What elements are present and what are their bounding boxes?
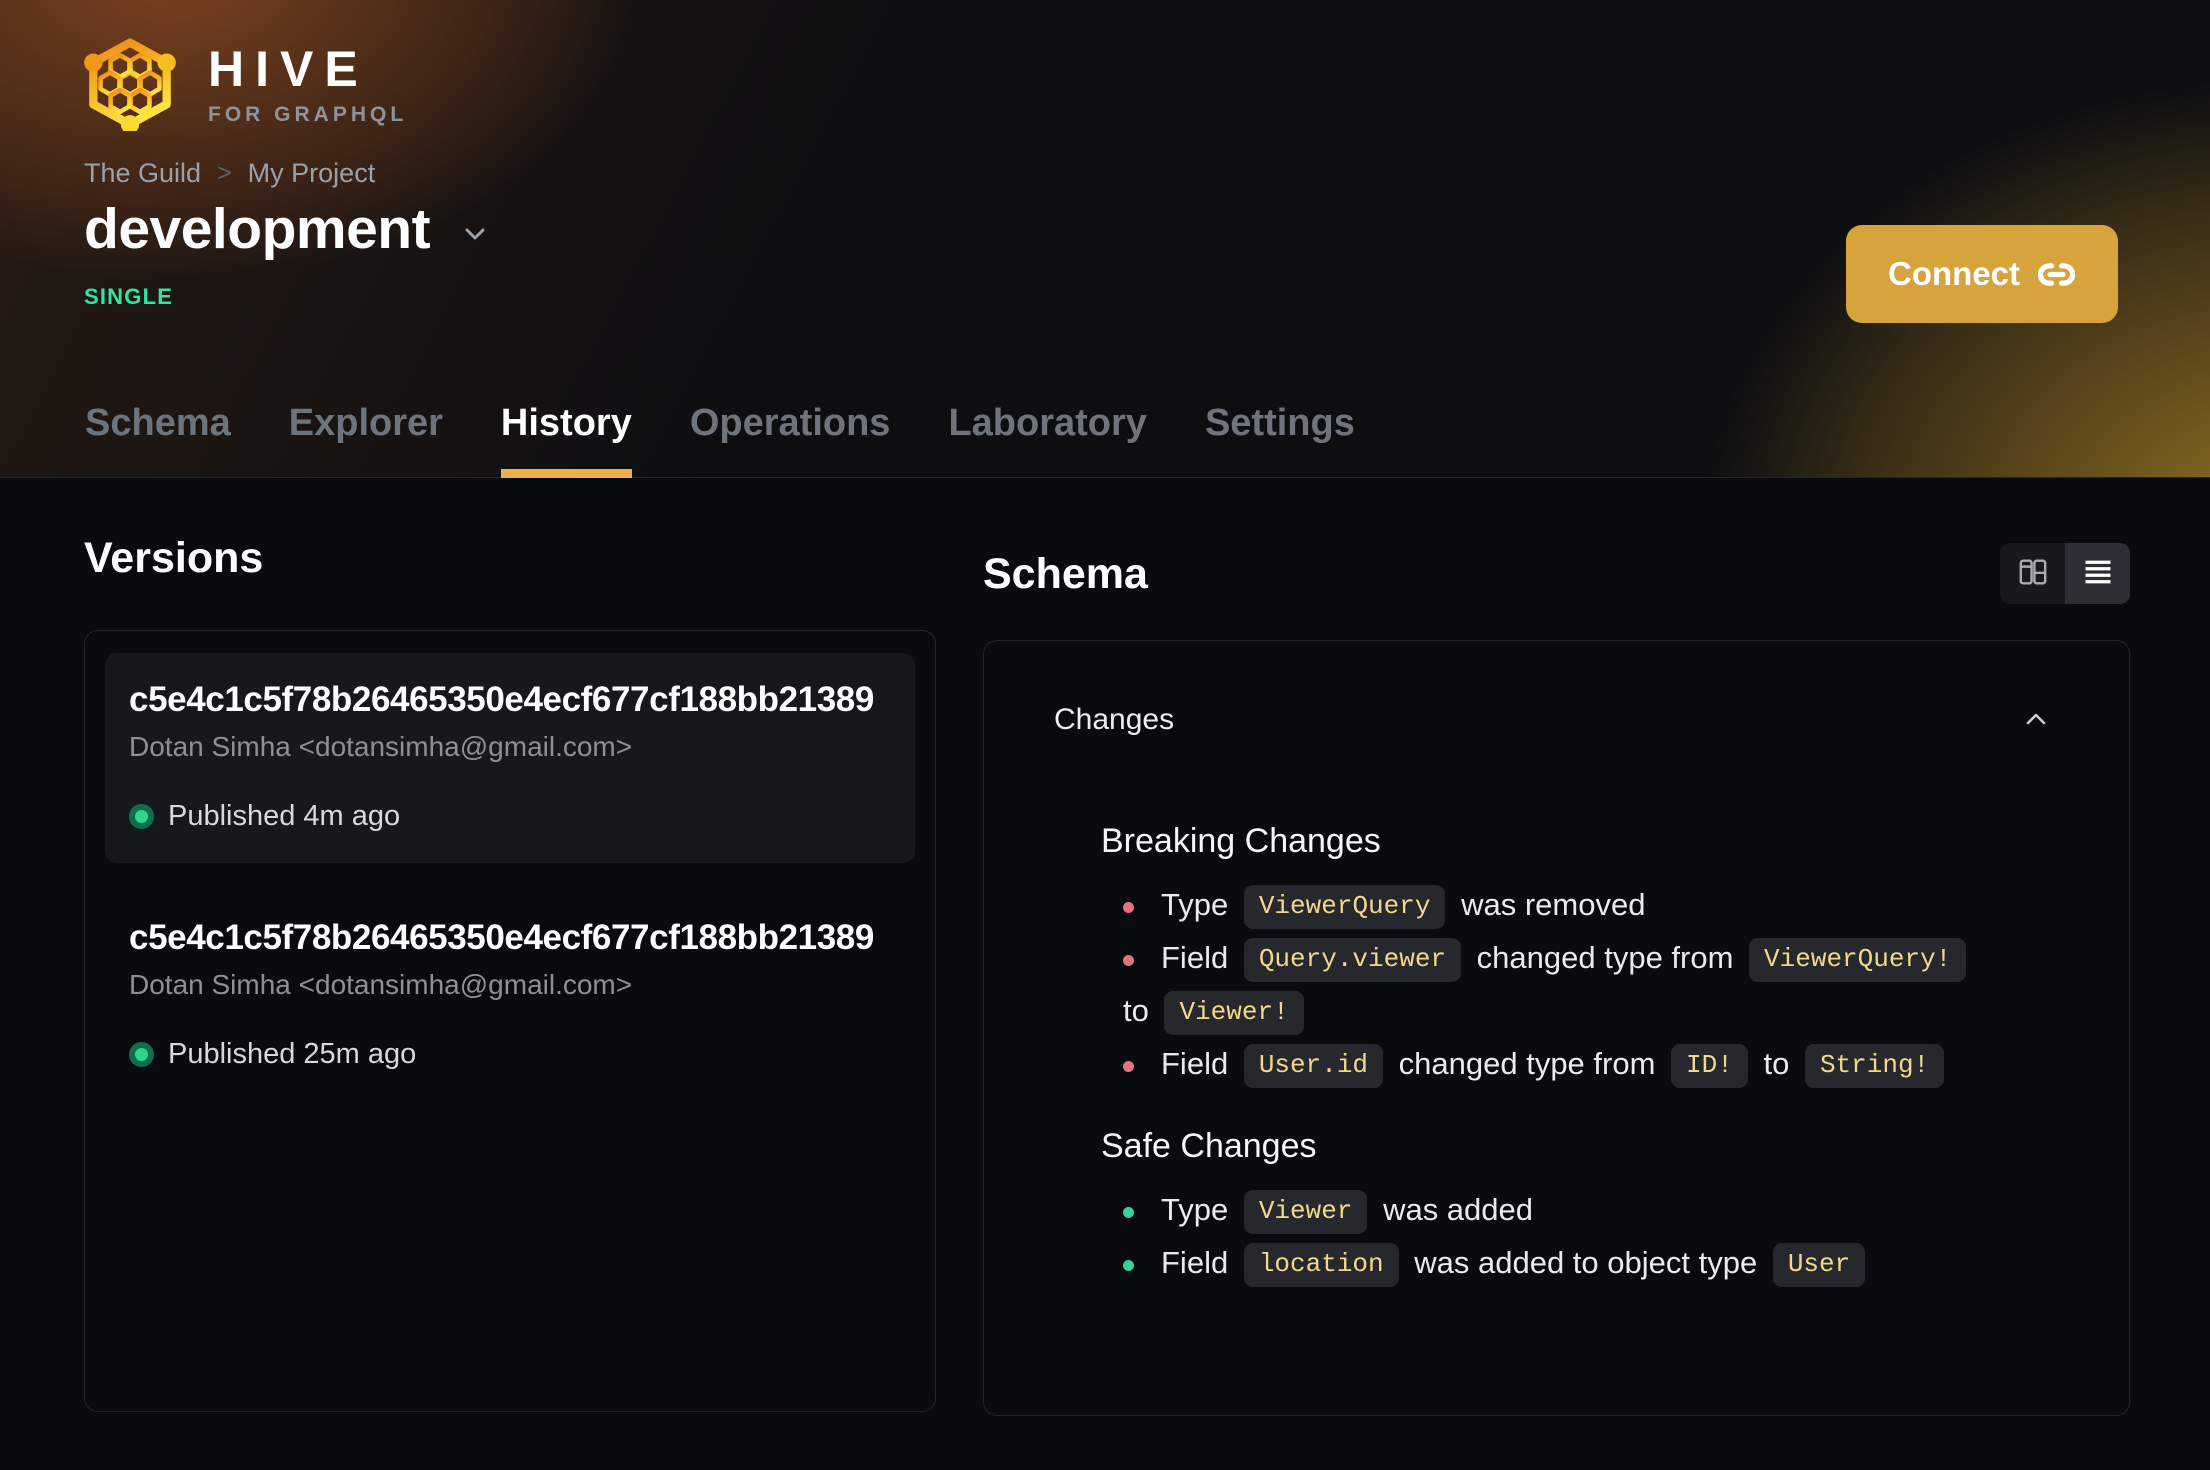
target-type-badge: SINGLE [84, 284, 174, 309]
hive-logo-icon [84, 38, 176, 131]
header: HIVE FOR GRAPHQL The Guild > My Project … [0, 0, 2210, 478]
code-chip: location [1243, 1242, 1399, 1287]
tab-settings[interactable]: Settings [1205, 401, 1355, 478]
code-chip: ID! [1671, 1043, 1748, 1088]
view-toggle [2000, 543, 2130, 604]
tabs: Schema Explorer History Operations Laborator… [85, 401, 1355, 478]
tab-explorer[interactable]: Explorer [289, 401, 443, 478]
page-title: development [84, 197, 431, 261]
change-list-safe: Type Viewer was added Field location was … [1101, 1183, 2059, 1289]
change-list-breaking: Type ViewerQuery was removed Field Query.… [1101, 878, 2059, 1090]
brand-text: HIVE FOR GRAPHQL [208, 36, 407, 127]
code-chip: String! [1804, 1043, 1945, 1088]
change-item: Type ViewerQuery was removed [1123, 878, 1989, 931]
change-item: Type Viewer was added [1123, 1183, 1989, 1236]
version-status: Published 25m ago [129, 1038, 891, 1071]
tab-schema[interactable]: Schema [85, 401, 231, 478]
chevron-down-icon [465, 228, 485, 240]
version-hash: c5e4c1c5f78b26465350e4ecf677cf188bb21389 [129, 680, 874, 719]
versions-panel: Versions c5e4c1c5f78b26465350e4ecf677cf1… [84, 478, 936, 1416]
schema-heading: Schema [983, 549, 1148, 598]
section-title-safe: Safe Changes [1101, 1127, 1317, 1165]
safe-bullet-icon [1123, 1207, 1134, 1218]
breadcrumb: The Guild > My Project [84, 158, 375, 188]
breaking-bullet-icon [1123, 955, 1134, 966]
changes-collapse-header[interactable]: Changes [1054, 703, 2053, 737]
columns-icon [2016, 555, 2050, 592]
safe-bullet-icon [1123, 1260, 1134, 1271]
breaking-bullet-icon [1123, 1061, 1134, 1072]
tab-laboratory[interactable]: Laboratory [948, 401, 1146, 478]
version-hash: c5e4c1c5f78b26465350e4ecf677cf188bb21389 [129, 918, 874, 957]
target-selector[interactable]: development [84, 196, 493, 262]
code-chip: ViewerQuery [1243, 884, 1446, 929]
code-chip: Viewer! [1164, 990, 1304, 1035]
change-item: Field User.id changed type from ID! to S… [1123, 1037, 1989, 1090]
tab-history[interactable]: History [500, 401, 632, 478]
version-status-text: Published 4m ago [168, 800, 401, 832]
brand-name: HIVE [208, 41, 369, 97]
versions-heading: Versions [84, 534, 264, 582]
version-card[interactable]: c5e4c1c5f78b26465350e4ecf677cf188bb21389… [105, 891, 915, 1101]
schema-panel: Schema Changes Breaking Changes Type View… [983, 478, 2130, 1416]
page: HIVE FOR GRAPHQL The Guild > My Project … [0, 0, 2210, 1470]
version-card[interactable]: c5e4c1c5f78b26465350e4ecf677cf188bb21389… [105, 653, 915, 863]
hive-logo[interactable]: HIVE FOR GRAPHQL [80, 36, 407, 131]
brand-tagline: FOR GRAPHQL [208, 103, 408, 126]
schema-panel-header: Schema [983, 543, 2130, 604]
connect-button[interactable]: Connect [1846, 225, 2118, 323]
code-chip: User.id [1243, 1043, 1384, 1088]
breadcrumb-org[interactable]: The Guild [84, 158, 201, 188]
versions-list: c5e4c1c5f78b26465350e4ecf677cf188bb21389… [84, 630, 936, 1412]
section-title-breaking: Breaking Changes [1101, 822, 1381, 860]
breaking-bullet-icon [1123, 902, 1134, 913]
published-dot-icon [129, 804, 154, 829]
version-status-text: Published 25m ago [168, 1038, 417, 1070]
code-chip: User [1772, 1242, 1866, 1287]
tab-operations[interactable]: Operations [690, 401, 891, 478]
version-author: Dotan Simha <dotansimha@gmail.com> [129, 969, 633, 1000]
main-content: Versions c5e4c1c5f78b26465350e4ecf677cf1… [0, 478, 2210, 1416]
breadcrumb-project[interactable]: My Project [248, 158, 376, 188]
list-view-button[interactable] [2065, 543, 2130, 604]
diff-view-button[interactable] [2000, 543, 2065, 604]
version-author: Dotan Simha <dotansimha@gmail.com> [129, 731, 633, 762]
schema-changes-box: Changes Breaking Changes Type ViewerQuery… [983, 640, 2130, 1416]
list-icon [2081, 555, 2115, 592]
change-item: Field Query.viewer changed type from Vie… [1123, 931, 1989, 1037]
code-chip: Query.viewer [1243, 937, 1462, 982]
link-icon [2037, 262, 2076, 286]
changes-body: Breaking Changes Type ViewerQuery was rem… [984, 821, 2129, 1289]
chevron-up-icon [2026, 713, 2046, 725]
breadcrumb-separator-icon: > [217, 159, 232, 187]
published-dot-icon [129, 1042, 154, 1067]
version-status: Published 4m ago [129, 800, 891, 833]
code-chip: ViewerQuery! [1749, 937, 1967, 982]
change-item: Field location was added to object type … [1123, 1236, 1989, 1289]
code-chip: Viewer [1243, 1189, 1368, 1234]
connect-button-label: Connect [1888, 255, 2020, 292]
changes-label: Changes [1054, 703, 1175, 736]
